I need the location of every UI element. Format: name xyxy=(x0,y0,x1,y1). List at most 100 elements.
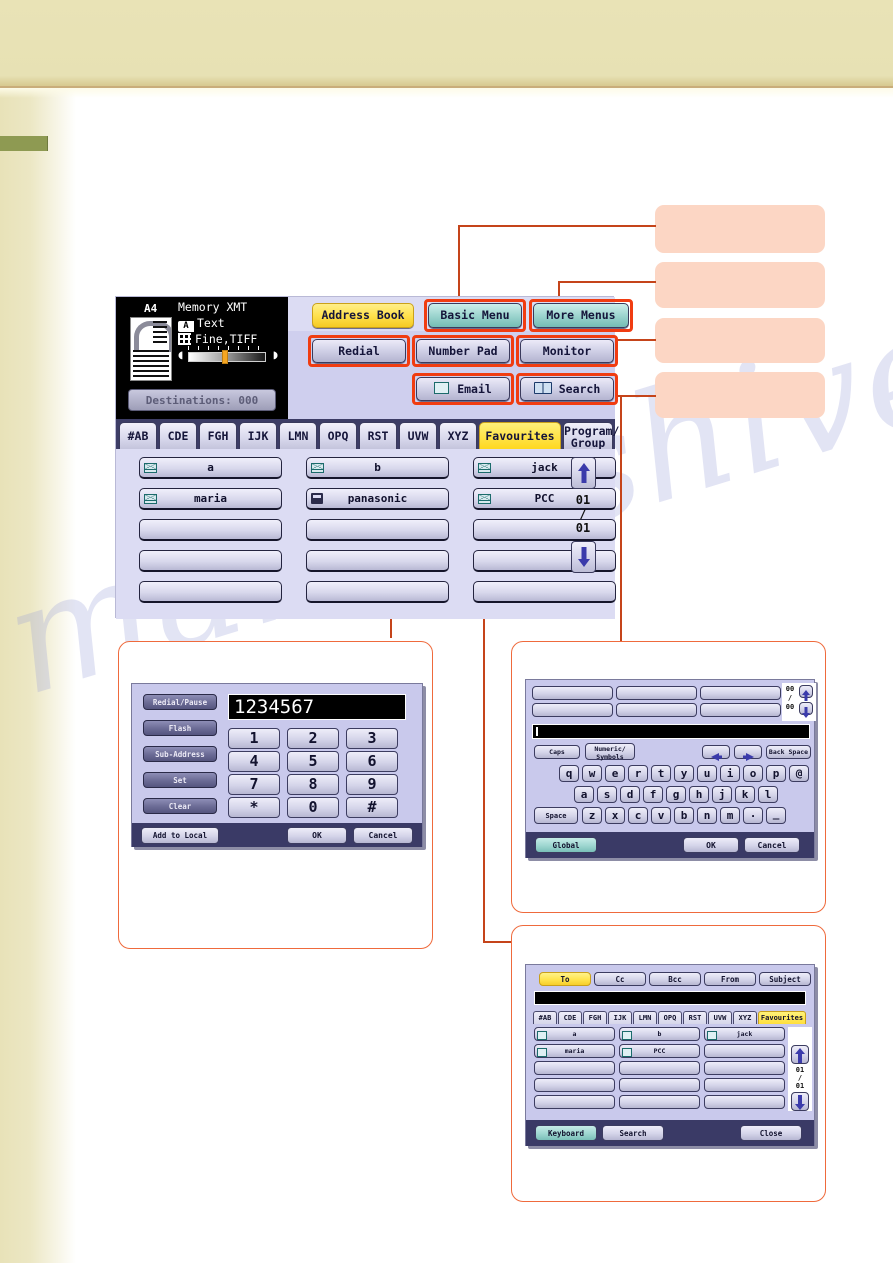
email-tab-ab[interactable]: #AB xyxy=(533,1011,557,1024)
address-entry-empty[interactable] xyxy=(473,581,616,603)
address-entry-empty[interactable] xyxy=(139,519,282,541)
key-h[interactable]: h xyxy=(689,786,709,803)
cursor-right-button[interactable] xyxy=(734,745,762,761)
tab-xyz[interactable]: XYZ xyxy=(439,422,477,449)
tab-uvw[interactable]: UVW xyxy=(399,422,437,449)
key-at[interactable]: @ xyxy=(789,765,809,782)
key-q[interactable]: q xyxy=(559,765,579,782)
address-entry-empty[interactable] xyxy=(139,550,282,572)
scroll-down-button[interactable] xyxy=(571,541,596,573)
field-tab-from[interactable]: From xyxy=(704,972,756,986)
keyboard-button[interactable]: Keyboard xyxy=(535,1125,597,1141)
email-entry-empty[interactable] xyxy=(534,1061,615,1075)
email-entry-empty[interactable] xyxy=(704,1095,785,1109)
keyboard-ok-button[interactable]: OK xyxy=(683,837,739,853)
email-tab-uvw[interactable]: UVW xyxy=(708,1011,732,1024)
keyboard-input[interactable] xyxy=(532,724,810,739)
key-k[interactable]: k xyxy=(735,786,755,803)
key-4[interactable]: 4 xyxy=(228,751,280,772)
key-underscore[interactable]: _ xyxy=(766,807,786,824)
keyboard-slot[interactable] xyxy=(700,686,781,700)
address-entry-panasonic[interactable]: panasonic xyxy=(306,488,449,510)
email-tab-ijk[interactable]: IJK xyxy=(608,1011,632,1024)
email-tab-opq[interactable]: OPQ xyxy=(658,1011,682,1024)
key-7[interactable]: 7 xyxy=(228,774,280,795)
key-t[interactable]: t xyxy=(651,765,671,782)
keyboard-slot[interactable] xyxy=(532,686,613,700)
address-entry-empty[interactable] xyxy=(139,581,282,603)
field-tab-bcc[interactable]: Bcc xyxy=(649,972,701,986)
address-entry-empty[interactable] xyxy=(306,581,449,603)
key-1[interactable]: 1 xyxy=(228,728,280,749)
tab-lmn[interactable]: LMN xyxy=(279,422,317,449)
key-b[interactable]: b xyxy=(674,807,694,824)
key-m[interactable]: m xyxy=(720,807,740,824)
key-j[interactable]: j xyxy=(712,786,732,803)
keypad-cancel-button[interactable]: Cancel xyxy=(353,827,413,844)
email-tab-cde[interactable]: CDE xyxy=(558,1011,582,1024)
key-z[interactable]: z xyxy=(582,807,602,824)
email-scroll-up-button[interactable] xyxy=(791,1045,809,1064)
key-star[interactable]: * xyxy=(228,797,280,818)
email-entry-empty[interactable] xyxy=(534,1095,615,1109)
caps-button[interactable]: Caps xyxy=(534,745,580,759)
address-entry-maria[interactable]: maria xyxy=(139,488,282,510)
contrast-knob[interactable] xyxy=(222,350,228,364)
destinations-button[interactable]: Destinations: 000 xyxy=(128,389,276,411)
tab-rst[interactable]: RST xyxy=(359,422,397,449)
key-g[interactable]: g xyxy=(666,786,686,803)
tab-opq[interactable]: OPQ xyxy=(319,422,357,449)
key-f[interactable]: f xyxy=(643,786,663,803)
key-c[interactable]: c xyxy=(628,807,648,824)
email-tab-fgh[interactable]: FGH xyxy=(583,1011,607,1024)
email-entry-empty[interactable] xyxy=(704,1078,785,1092)
email-entry-empty[interactable] xyxy=(619,1061,700,1075)
key-s[interactable]: s xyxy=(597,786,617,803)
email-scroll-down-button[interactable] xyxy=(791,1092,809,1111)
key-9[interactable]: 9 xyxy=(346,774,398,795)
tab-ab[interactable]: #AB xyxy=(119,422,157,449)
key-v[interactable]: v xyxy=(651,807,671,824)
email-tab-rst[interactable]: RST xyxy=(683,1011,707,1024)
key-r[interactable]: r xyxy=(628,765,648,782)
email-entry-empty[interactable] xyxy=(704,1061,785,1075)
key-e[interactable]: e xyxy=(605,765,625,782)
key-i[interactable]: i xyxy=(720,765,740,782)
email-search-button[interactable]: Search xyxy=(602,1125,664,1141)
key-u[interactable]: u xyxy=(697,765,717,782)
set-button[interactable]: Set xyxy=(143,772,217,788)
email-entry-empty[interactable] xyxy=(704,1044,785,1058)
tab-ijk[interactable]: IJK xyxy=(239,422,277,449)
key-p[interactable]: p xyxy=(766,765,786,782)
email-entry-pcc[interactable]: PCC xyxy=(619,1044,700,1058)
email-close-button[interactable]: Close xyxy=(740,1125,802,1141)
address-entry-a[interactable]: a xyxy=(139,457,282,479)
keypad-ok-button[interactable]: OK xyxy=(287,827,347,844)
tab-cde[interactable]: CDE xyxy=(159,422,197,449)
back-space-button[interactable]: Back Space xyxy=(766,745,811,759)
scroll-up-button[interactable] xyxy=(571,457,596,489)
keyboard-scroll-up-button[interactable] xyxy=(799,685,813,701)
cursor-left-button[interactable] xyxy=(702,745,730,761)
email-tab-xyz[interactable]: XYZ xyxy=(733,1011,757,1024)
key-a[interactable]: a xyxy=(574,786,594,803)
flash-button[interactable]: Flash xyxy=(143,720,217,736)
add-to-local-button[interactable]: Add to Local xyxy=(141,827,219,844)
key-3[interactable]: 3 xyxy=(346,728,398,749)
email-entry-empty[interactable] xyxy=(619,1095,700,1109)
address-book-button[interactable]: Address Book xyxy=(312,303,414,328)
space-button[interactable]: Space xyxy=(534,807,578,824)
sub-address-button[interactable]: Sub-Address xyxy=(143,746,217,762)
contrast-slider[interactable]: ◖ ◗ xyxy=(178,349,278,364)
key-n[interactable]: n xyxy=(697,807,717,824)
field-tab-cc[interactable]: Cc xyxy=(594,972,646,986)
tab-favourites[interactable]: Favourites xyxy=(479,422,561,449)
key-5[interactable]: 5 xyxy=(287,751,339,772)
tab-fgh[interactable]: FGH xyxy=(199,422,237,449)
keyboard-slot[interactable] xyxy=(700,703,781,717)
address-entry-empty[interactable] xyxy=(306,519,449,541)
key-l[interactable]: l xyxy=(758,786,778,803)
key-y[interactable]: y xyxy=(674,765,694,782)
key-w[interactable]: w xyxy=(582,765,602,782)
keyboard-scroll-down-button[interactable] xyxy=(799,702,813,718)
